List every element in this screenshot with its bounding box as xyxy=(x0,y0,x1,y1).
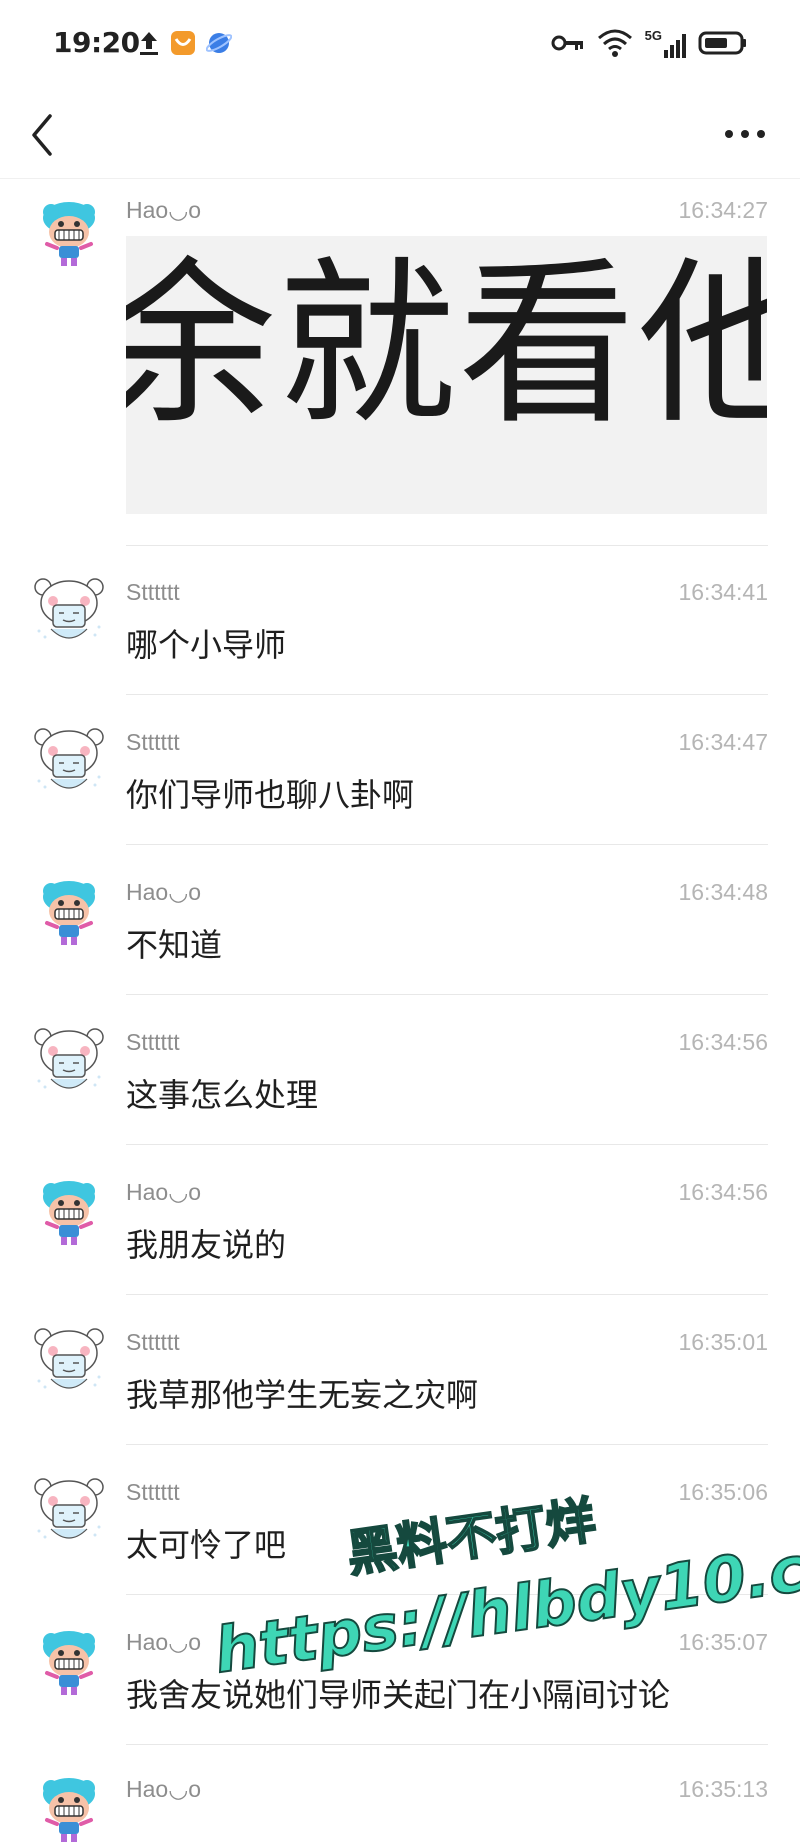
browser-icon xyxy=(206,33,232,53)
more-horizontal-icon[interactable] xyxy=(720,114,770,154)
avatar-st[interactable] xyxy=(33,575,105,647)
message-time: 16:35:13 xyxy=(678,1776,768,1802)
upload-icon xyxy=(140,32,158,55)
message-text: 我草那他学生无妄之灾啊 xyxy=(126,1376,479,1414)
message-time: 16:34:47 xyxy=(678,729,768,755)
sender-name: Stttttt xyxy=(126,1479,180,1505)
avatar-hao[interactable] xyxy=(33,1772,105,1844)
chevron-left-icon[interactable] xyxy=(24,110,64,160)
message-time: 16:34:56 xyxy=(678,1179,768,1205)
5g-signal-icon: 5G xyxy=(645,28,686,58)
message-time: 16:35:06 xyxy=(678,1479,768,1505)
sender-name: Hao◡o xyxy=(126,1179,202,1205)
message-time: 16:34:27 xyxy=(678,197,768,223)
avatar-hao[interactable] xyxy=(33,1625,105,1697)
message-time: 16:34:56 xyxy=(678,1029,768,1055)
sender-name: Hao◡o xyxy=(126,879,202,905)
status-time: 19:20 xyxy=(53,26,140,59)
message-text: 我朋友说的 xyxy=(126,1226,287,1264)
message-text: 我舍友说她们导师关起门在小隔间讨论 xyxy=(126,1676,671,1714)
avatar-st[interactable] xyxy=(33,1325,105,1397)
network-label: 5G xyxy=(644,28,662,43)
message-divider xyxy=(126,1744,768,1745)
avatar-hao[interactable] xyxy=(33,875,105,947)
status-right-icons: 5G xyxy=(551,28,748,58)
message-text: 你们导师也聊八卦啊 xyxy=(126,776,415,814)
nav-divider xyxy=(0,178,800,179)
avatar-st[interactable] xyxy=(33,725,105,797)
message-time: 16:34:41 xyxy=(678,579,768,605)
sender-name: Stttttt xyxy=(126,1329,180,1355)
message-divider xyxy=(126,694,768,695)
sender-name: Stttttt xyxy=(126,579,180,605)
message-text: 这事怎么处理 xyxy=(126,1076,319,1114)
sender-name: Stttttt xyxy=(126,1029,180,1055)
nav-bar xyxy=(0,90,800,180)
sender-name: Hao◡o xyxy=(126,197,202,223)
message-divider xyxy=(126,1144,768,1145)
message-divider xyxy=(126,1294,768,1295)
message-text: 太可怜了吧 xyxy=(126,1526,287,1564)
sender-name: Hao◡o xyxy=(126,1776,202,1802)
sender-name: Hao◡o xyxy=(126,1629,202,1655)
key-icon xyxy=(551,35,583,51)
wifi-icon xyxy=(597,29,632,57)
message-divider xyxy=(126,1444,768,1445)
message-divider xyxy=(126,994,768,995)
battery-icon xyxy=(698,31,746,55)
message-time: 16:35:07 xyxy=(678,1629,768,1655)
message-time: 16:35:01 xyxy=(678,1329,768,1355)
message-divider xyxy=(126,545,768,546)
avatar-st[interactable] xyxy=(33,1475,105,1547)
message-time: 16:34:48 xyxy=(678,879,768,905)
image-message[interactable]: 余就看他 xyxy=(126,236,767,514)
avatar-st[interactable] xyxy=(33,1025,105,1097)
avatar-hao[interactable] xyxy=(33,196,105,268)
app-notification-icon xyxy=(171,31,195,55)
message-divider xyxy=(126,844,768,845)
image-message-text: 余就看他 xyxy=(126,241,767,448)
avatar-hao[interactable] xyxy=(33,1175,105,1247)
message-text: 不知道 xyxy=(126,926,223,964)
status-bar: 19:20 5G xyxy=(0,0,800,90)
status-left-icons xyxy=(138,30,232,56)
sender-name: Stttttt xyxy=(126,729,180,755)
message-text: 哪个小导师 xyxy=(126,626,287,664)
